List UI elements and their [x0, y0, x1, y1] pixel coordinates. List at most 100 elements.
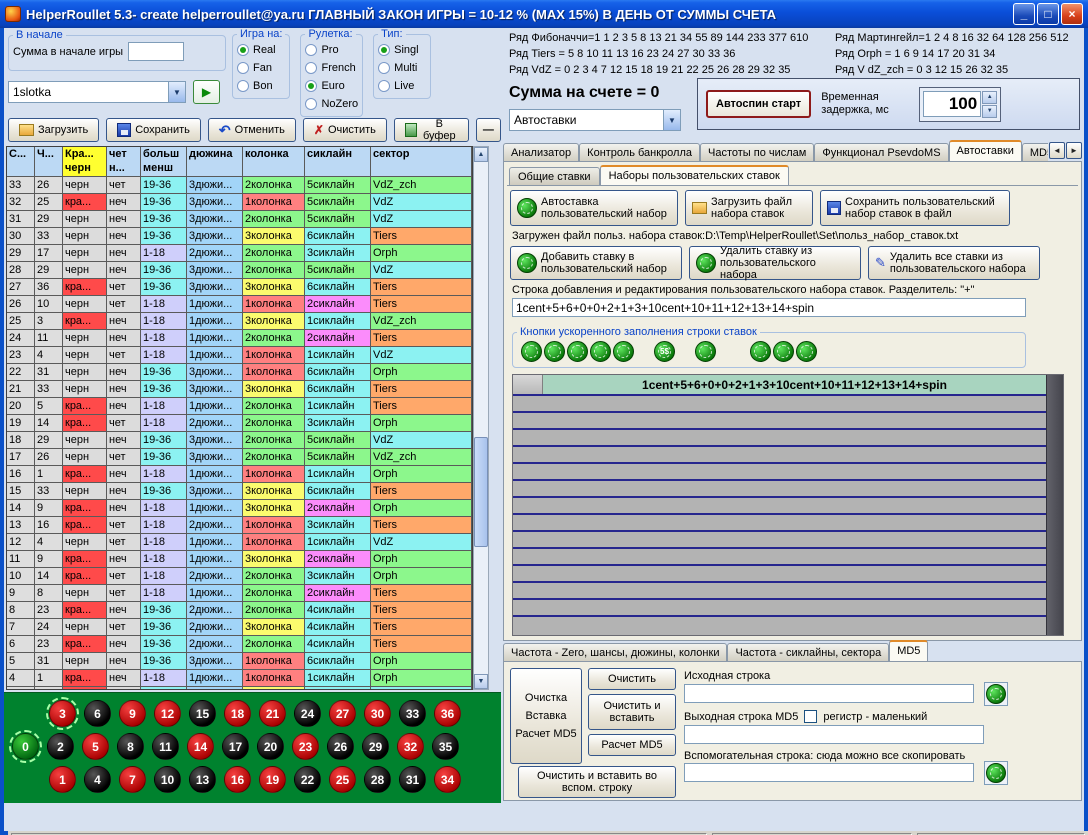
bet-chip-button[interactable] [590, 341, 611, 362]
bottom-tab-Частота - Zero, шансы, дюжины, колонки[interactable]: Частота - Zero, шансы, дюжины, колонки [503, 643, 727, 661]
bet-list-row[interactable] [513, 396, 1046, 413]
autobets-button[interactable]: Добавить ставку в пользовательский набор [510, 246, 682, 280]
table-header-cell[interactable]: Кра...черн [63, 147, 107, 177]
bet-list-row[interactable] [513, 532, 1046, 549]
table-scrollbar[interactable]: ▲ ▼ [473, 146, 489, 690]
roulette-number-27[interactable]: 27 [329, 700, 356, 727]
roulette-number-21[interactable]: 21 [259, 700, 286, 727]
bottom-tab-MD5[interactable]: MD5 [889, 640, 928, 661]
roulette-number-32[interactable]: 32 [397, 733, 424, 760]
roulette-number-1[interactable]: 1 [49, 766, 76, 793]
roulette-number-24[interactable]: 24 [294, 700, 321, 727]
table-row[interactable]: 3326чернчет19-363дюжи...2колонка5сиклайн… [7, 177, 472, 194]
bet-list-row[interactable] [513, 583, 1046, 600]
table-header-cell[interactable]: Ч... [35, 147, 63, 177]
toolbar-button-clear[interactable]: ✗Очистить [303, 118, 387, 142]
table-row[interactable]: 2231черннеч19-363дюжи...1колонка6сиклайн… [7, 364, 472, 381]
table-header-cell[interactable]: четн... [107, 147, 141, 177]
toolbar-button-floppy[interactable]: Сохранить [106, 118, 201, 142]
roulette-number-20[interactable]: 20 [257, 733, 284, 760]
roulette-number-33[interactable]: 33 [399, 700, 426, 727]
table-row[interactable]: 234чернчет1-181дюжи...1колонка1сиклайнVd… [7, 347, 472, 364]
table-header-cell[interactable]: сектор [371, 147, 472, 177]
table-row[interactable]: 1014кра...чет1-182дюжи...2колонка3сиклай… [7, 568, 472, 585]
radio-option-live[interactable]: Live [378, 77, 426, 95]
table-row[interactable]: 3033черннеч19-363дюжи...3колонка6сиклайн… [7, 228, 472, 245]
table-row[interactable]: 2829черннеч19-363дюжи...2колонка5сиклайн… [7, 262, 472, 279]
md5-big-button[interactable]: ОчисткаВставкаРасчет MD5 [510, 668, 582, 764]
tab-Частоты по числам[interactable]: Частоты по числам [700, 143, 814, 161]
table-header-cell[interactable]: колонка [243, 147, 305, 177]
toolbar-button-clipboard[interactable]: В буфер [394, 118, 469, 142]
mode-select[interactable]: Автоставки ▼ [509, 109, 681, 131]
md5-source-chip-button[interactable] [984, 682, 1008, 706]
tab-Анализатор[interactable]: Анализатор [503, 143, 579, 161]
roulette-number-16[interactable]: 16 [224, 766, 251, 793]
table-row[interactable]: 3225кра...неч19-363дюжи...1колонка5сикла… [7, 194, 472, 211]
bet-list-row[interactable] [513, 600, 1046, 617]
md5-output-input[interactable] [684, 725, 984, 744]
roulette-number-9[interactable]: 9 [119, 700, 146, 727]
roulette-number-30[interactable]: 30 [364, 700, 391, 727]
chevron-down-icon[interactable]: ▼ [168, 82, 185, 102]
spin-play-button[interactable]: ▶ [193, 80, 220, 104]
roulette-number-29[interactable]: 29 [362, 733, 389, 760]
toolbar-button-undo[interactable]: ↶Отменить [208, 118, 296, 142]
start-sum-input[interactable] [128, 42, 184, 61]
radio-option-multi[interactable]: Multi [378, 59, 426, 77]
minimize-button[interactable]: _ [1013, 3, 1035, 25]
table-row[interactable]: 531черннеч19-363дюжи...1колонка6сиклайнO… [7, 653, 472, 670]
bet-list-row[interactable] [513, 515, 1046, 532]
bet-list-row[interactable] [513, 464, 1046, 481]
spinner-up-icon[interactable]: ▲ [982, 91, 997, 104]
roulette-number-18[interactable]: 18 [224, 700, 251, 727]
table-row[interactable]: 161кра...неч1-181дюжи...1колонка1сиклайн… [7, 466, 472, 483]
table-row[interactable]: 321кра...неч19-362дюжи...3колонка4сиклай… [7, 687, 472, 690]
table-row[interactable]: 1914кра...чет1-182дюжи...2колонка3сиклай… [7, 415, 472, 432]
autobets-button[interactable]: Загрузить файл набора ставок [685, 190, 813, 226]
md5-clear-button[interactable]: Очистить [588, 668, 676, 690]
bet-chip-button[interactable] [521, 341, 542, 362]
bet-string-input[interactable] [512, 298, 1026, 317]
delay-input[interactable] [923, 91, 981, 117]
scroll-down-icon[interactable]: ▼ [474, 674, 488, 689]
chevron-down-icon[interactable]: ▼ [663, 110, 680, 130]
bet-chip-button[interactable] [544, 341, 565, 362]
table-header-cell[interactable]: сиклайн [305, 147, 371, 177]
md5-clear-paste-aux-button[interactable]: Очистить и вставить во вспом. строку [518, 766, 676, 798]
radio-option-fan[interactable]: Fan [237, 59, 285, 77]
radio-option-real[interactable]: Real [237, 41, 285, 59]
table-row[interactable]: 3129черннеч19-363дюжи...2колонка5сиклайн… [7, 211, 472, 228]
table-row[interactable]: 724чернчет19-362дюжи...3колонка4сиклайнT… [7, 619, 472, 636]
bet-list-scrollbar[interactable] [1046, 375, 1063, 635]
table-row[interactable]: 149кра...неч1-181дюжи...3колонка2сиклайн… [7, 500, 472, 517]
table-row[interactable]: 124чернчет1-181дюжи...1колонка1сиклайнVd… [7, 534, 472, 551]
roulette-number-35[interactable]: 35 [432, 733, 459, 760]
bet-chip-button[interactable] [750, 341, 771, 362]
roulette-number-15[interactable]: 15 [189, 700, 216, 727]
bet-list-row[interactable] [513, 566, 1046, 583]
bet-list-row[interactable] [513, 498, 1046, 515]
bet-list-row[interactable] [513, 413, 1046, 430]
roulette-number-19[interactable]: 19 [259, 766, 286, 793]
roulette-number-36[interactable]: 36 [434, 700, 461, 727]
roulette-number-11[interactable]: 11 [152, 733, 179, 760]
sub-tab-Общие ставки[interactable]: Общие ставки [509, 167, 600, 185]
table-header-cell[interactable]: большменш [141, 147, 187, 177]
table-row[interactable]: 98чернчет1-181дюжи...2колонка2сиклайнTie… [7, 585, 472, 602]
spinner-down-icon[interactable]: ▼ [982, 105, 997, 118]
md5-calc-button[interactable]: Расчет MD5 [588, 734, 676, 756]
radio-option-euro[interactable]: Euro [305, 77, 358, 95]
roulette-number-28[interactable]: 28 [364, 766, 391, 793]
bet-chip-button[interactable] [796, 341, 817, 362]
roulette-number-4[interactable]: 4 [84, 766, 111, 793]
roulette-number-12[interactable]: 12 [154, 700, 181, 727]
autobets-button[interactable]: Удалить ставку из пользовательского набо… [689, 246, 861, 280]
radio-option-bon[interactable]: Bon [237, 77, 285, 95]
table-header-cell[interactable]: дюжина [187, 147, 243, 177]
table-row[interactable]: 2917черннеч1-182дюжи...2колонка3сиклайнO… [7, 245, 472, 262]
table-row[interactable]: 2736кра...чет19-363дюжи...3колонка6сикла… [7, 279, 472, 296]
radio-option-pro[interactable]: Pro [305, 41, 358, 59]
maximize-button[interactable]: □ [1037, 3, 1059, 25]
radio-option-singl[interactable]: Singl [378, 41, 426, 59]
